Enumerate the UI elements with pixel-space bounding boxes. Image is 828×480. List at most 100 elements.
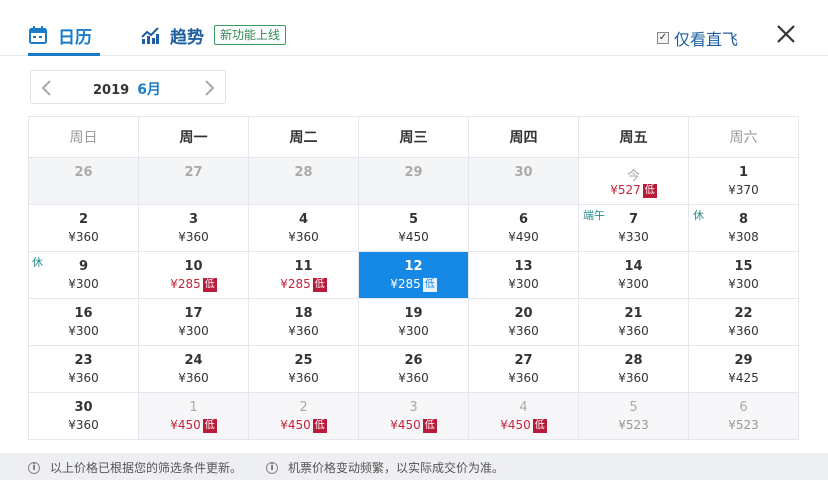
date-price: ¥360 (469, 371, 578, 385)
date-cell[interactable]: 1 ¥450 低 (139, 393, 249, 440)
price-text: ¥360 (68, 418, 99, 432)
date-cell[interactable]: 13 ¥300 (469, 252, 579, 299)
date-cell[interactable]: 20 ¥360 (469, 299, 579, 346)
date-cell[interactable]: 24 ¥360 (139, 346, 249, 393)
date-number: 4 (519, 400, 528, 415)
date-price: ¥300 (139, 324, 248, 338)
price-text: ¥285 (280, 277, 311, 291)
date-number: 27 (184, 165, 203, 180)
date-cell[interactable]: 5 ¥450 (359, 205, 469, 252)
date-cell[interactable]: 4 ¥360 (249, 205, 359, 252)
price-text: ¥330 (618, 230, 649, 244)
date-number: 15 (734, 259, 753, 274)
date-cell[interactable]: 28 ¥360 (579, 346, 689, 393)
date-cell[interactable]: 6 ¥523 (689, 393, 799, 440)
date-cell: 29 (359, 158, 469, 205)
footer-notes: i 以上价格已根据您的筛选条件更新。 i 机票价格变动频繁，以实际成交价为准。 (0, 453, 828, 480)
date-cell[interactable]: 3 ¥360 (139, 205, 249, 252)
date-number: 19 (404, 306, 423, 321)
price-text: ¥360 (178, 230, 209, 244)
date-cell[interactable]: 15 ¥300 (689, 252, 799, 299)
date-number: 18 (294, 306, 313, 321)
date-cell[interactable]: 30 ¥360 (29, 393, 139, 440)
date-price: ¥285 低 (249, 277, 358, 292)
date-price: ¥490 (469, 230, 578, 244)
tab-calendar-label: 日历 (58, 27, 92, 48)
date-cell[interactable]: 17 ¥300 (139, 299, 249, 346)
price-text: ¥360 (618, 324, 649, 338)
date-cell[interactable]: 21 ¥360 (579, 299, 689, 346)
date-cell[interactable]: 11 ¥285 低 (249, 252, 359, 299)
date-price: ¥450 低 (359, 418, 468, 433)
date-price: ¥300 (359, 324, 468, 338)
date-price: ¥450 (359, 230, 468, 244)
date-number: 12 (404, 259, 423, 274)
price-text: ¥300 (508, 277, 539, 291)
year-text: 2019 (93, 83, 130, 98)
direct-only-checkbox[interactable]: ✓ (657, 32, 669, 44)
date-cell[interactable]: 6 ¥490 (469, 205, 579, 252)
low-price-badge: 低 (202, 278, 217, 292)
date-number: 28 (294, 165, 313, 180)
date-cell[interactable]: 2 ¥360 (29, 205, 139, 252)
date-cell[interactable]: 19 ¥300 (359, 299, 469, 346)
date-price: ¥300 (469, 277, 578, 291)
date-number: 26 (404, 353, 423, 368)
date-cell[interactable]: 8 ¥308 休 (689, 205, 799, 252)
price-text: ¥360 (728, 324, 759, 338)
low-price-badge: 低 (202, 419, 217, 433)
date-cell[interactable]: 3 ¥450 低 (359, 393, 469, 440)
weekday-header: 周五 (579, 117, 689, 158)
direct-only-toggle[interactable]: ✓ 仅看直飞 (657, 26, 738, 50)
date-cell[interactable]: 今 ¥527 低 (579, 158, 689, 205)
footer-note-text: 机票价格变动频繁，以实际成交价为准。 (288, 461, 505, 475)
selected-date-cell[interactable]: 12 ¥285 低 (359, 252, 469, 299)
date-price: ¥300 (579, 277, 688, 291)
weekday-header: 周四 (469, 117, 579, 158)
prev-month-button[interactable] (37, 78, 57, 98)
price-text: ¥360 (618, 371, 649, 385)
date-cell[interactable]: 10 ¥285 低 (139, 252, 249, 299)
date-cell[interactable]: 29 ¥425 (689, 346, 799, 393)
date-cell[interactable]: 1 ¥370 (689, 158, 799, 205)
date-cell[interactable]: 16 ¥300 (29, 299, 139, 346)
price-text: ¥450 (170, 418, 201, 432)
date-cell[interactable]: 18 ¥360 (249, 299, 359, 346)
date-price: ¥360 (249, 230, 358, 244)
date-number: 29 (404, 165, 423, 180)
date-cell[interactable]: 4 ¥450 低 (469, 393, 579, 440)
date-price: ¥527 低 (579, 183, 688, 198)
date-number: 29 (734, 353, 753, 368)
date-cell[interactable]: 9 ¥300 休 (29, 252, 139, 299)
date-cell[interactable]: 25 ¥360 (249, 346, 359, 393)
date-cell[interactable]: 22 ¥360 (689, 299, 799, 346)
date-cell[interactable]: 27 ¥360 (469, 346, 579, 393)
date-cell[interactable]: 14 ¥300 (579, 252, 689, 299)
footer-note: i 机票价格变动频繁，以实际成交价为准。 (266, 459, 504, 476)
date-cell[interactable]: 2 ¥450 低 (249, 393, 359, 440)
date-cell[interactable]: 5 ¥523 (579, 393, 689, 440)
date-cell[interactable]: 26 ¥360 (359, 346, 469, 393)
tab-calendar[interactable]: 日历 (28, 22, 92, 48)
date-cell: 30 (469, 158, 579, 205)
date-price: ¥360 (359, 371, 468, 385)
date-cell: 27 (139, 158, 249, 205)
price-text: ¥450 (398, 230, 429, 244)
price-text: ¥360 (288, 324, 319, 338)
date-number: 3 (188, 212, 199, 227)
low-price-badge: 低 (422, 419, 437, 433)
date-price: ¥360 (469, 324, 578, 338)
close-button[interactable] (772, 20, 800, 48)
date-number: 14 (624, 259, 643, 274)
date-cell[interactable]: 23 ¥360 (29, 346, 139, 393)
price-text: ¥450 (390, 418, 421, 432)
next-month-button[interactable] (199, 78, 219, 98)
tab-trend[interactable]: 趋势 新功能上线 (140, 22, 287, 48)
price-calendar-grid: 周日 周一 周二 周三 周四 周五 周六 26 27 28 29 30 今 ¥527 低 1 ¥370 2 ¥360… (28, 116, 799, 440)
price-text: ¥360 (68, 230, 99, 244)
date-cell[interactable]: 7 ¥330 端午 (579, 205, 689, 252)
price-text: ¥450 (280, 418, 311, 432)
date-price: ¥450 低 (249, 418, 358, 433)
date-number: 17 (184, 306, 203, 321)
holiday-tag: 休 (691, 209, 706, 223)
